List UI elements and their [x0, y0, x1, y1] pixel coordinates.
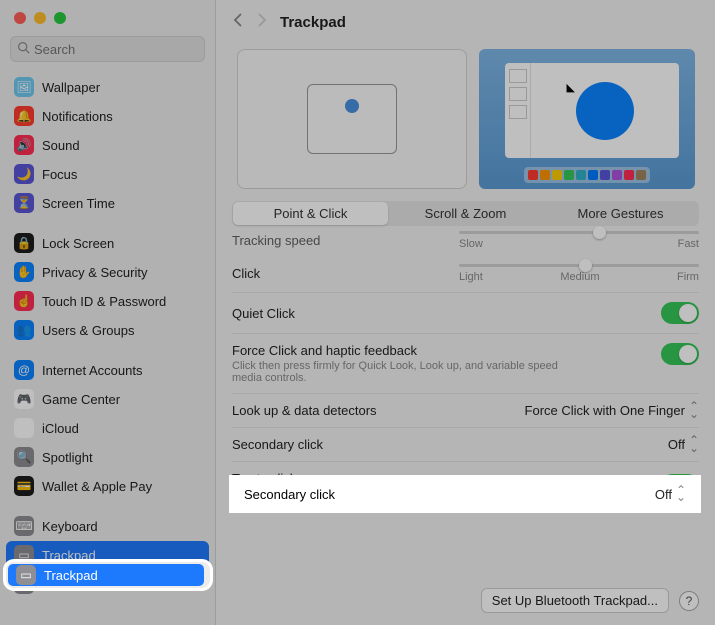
sidebar-item-trackpad[interactable]: ▭ Trackpad	[8, 564, 204, 586]
sidebar-item-label: Trackpad	[44, 568, 98, 583]
page-title: Trackpad	[280, 14, 346, 31]
setup-bluetooth-button[interactable]: Set Up Bluetooth Trackpad...	[481, 588, 669, 613]
tab-more-gestures[interactable]: More Gestures	[543, 202, 698, 225]
internet-accounts-icon: @	[14, 360, 34, 380]
notifications-icon: 🔔	[14, 106, 34, 126]
keyboard-icon: ⌨	[14, 516, 34, 536]
chevron-updown-icon: ⌃⌄	[689, 403, 699, 417]
privacy-security-icon: ✋	[14, 262, 34, 282]
sidebar-item-label: Focus	[42, 167, 77, 182]
sidebar-item-label: Trackpad	[42, 548, 96, 563]
highlight-secondary-click: Secondary click Off ⌃⌄	[232, 478, 698, 510]
click-label: Click	[232, 266, 260, 281]
zoom-window-button[interactable]	[54, 12, 66, 24]
sidebar-item-label: Wallpaper	[42, 80, 100, 95]
sidebar-item-label: Spotlight	[42, 450, 93, 465]
chevron-updown-icon: ⌃⌄	[676, 487, 686, 501]
tab-point-click[interactable]: Point & Click	[233, 202, 388, 225]
forward-button[interactable]	[256, 12, 268, 33]
finger-indicator-icon	[345, 99, 359, 113]
highlight-trackpad-sidebar: ▭ Trackpad	[6, 562, 210, 588]
touch-id-password-icon: ☝	[14, 291, 34, 311]
sidebar-item-notifications[interactable]: 🔔 Notifications	[6, 102, 209, 130]
header: Trackpad	[216, 0, 715, 41]
close-window-button[interactable]	[14, 12, 26, 24]
sidebar-item-icloud[interactable]: ☁ iCloud	[6, 414, 209, 442]
tracking-speed-slider[interactable]: SlowFast	[459, 231, 699, 250]
sidebar-item-label: iCloud	[42, 421, 79, 436]
sidebar-item-label: Privacy & Security	[42, 265, 147, 280]
spotlight-icon: 🔍	[14, 447, 34, 467]
look-up-label: Look up & data detectors	[232, 403, 377, 418]
secondary-click-select[interactable]: Off ⌃⌄	[655, 487, 686, 502]
secondary-click-row-placeholder: Secondary click Off⌃⌄	[232, 430, 699, 459]
settings-panel: Tracking speed SlowFast Click LightMediu…	[216, 224, 715, 506]
wallpaper-icon: 🖼	[14, 77, 34, 97]
screen-preview: ◣	[479, 49, 695, 189]
sidebar-item-label: Sound	[42, 138, 80, 153]
sidebar-item-lock-screen[interactable]: 🔒 Lock Screen	[6, 229, 209, 257]
sidebar-item-label: Wallet & Apple Pay	[42, 479, 152, 494]
preview-area: ◣	[216, 41, 715, 197]
sidebar-item-touch-id-password[interactable]: ☝ Touch ID & Password	[6, 287, 209, 315]
main-content: Trackpad ◣ Point & ClickScroll & ZoomMor…	[216, 0, 715, 625]
focus-icon: 🌙	[14, 164, 34, 184]
sidebar-item-label: Notifications	[42, 109, 113, 124]
sidebar-item-wallpaper[interactable]: 🖼 Wallpaper	[6, 73, 209, 101]
force-click-label: Force Click and haptic feedback	[232, 343, 572, 358]
sidebar-item-users-groups[interactable]: 👥 Users & Groups	[6, 316, 209, 344]
window-controls	[0, 0, 215, 32]
sidebar-item-wallet-apple-pay[interactable]: 💳 Wallet & Apple Pay	[6, 472, 209, 500]
search-input[interactable]	[10, 36, 205, 62]
screen-time-icon: ⏳	[14, 193, 34, 213]
quiet-click-label: Quiet Click	[232, 306, 295, 321]
sidebar: 🖼 Wallpaper 🔔 Notifications 🔊 Sound 🌙 Focus ⏳ Scr…	[0, 0, 216, 625]
footer: Set Up Bluetooth Trackpad... ?	[481, 588, 699, 613]
lock-screen-icon: 🔒	[14, 233, 34, 253]
sidebar-item-privacy-security[interactable]: ✋ Privacy & Security	[6, 258, 209, 286]
sidebar-item-label: Game Center	[42, 392, 120, 407]
sidebar-item-focus[interactable]: 🌙 Focus	[6, 160, 209, 188]
wallet-apple-pay-icon: 💳	[14, 476, 34, 496]
users-groups-icon: 👥	[14, 320, 34, 340]
sidebar-item-label: Touch ID & Password	[42, 294, 166, 309]
tracking-speed-label: Tracking speed	[232, 233, 320, 248]
sidebar-item-spotlight[interactable]: 🔍 Spotlight	[6, 443, 209, 471]
sound-icon: 🔊	[14, 135, 34, 155]
look-up-select[interactable]: Force Click with One Finger ⌃⌄	[525, 403, 699, 418]
secondary-click-label: Secondary click	[244, 487, 335, 502]
cursor-icon: ◣	[567, 81, 575, 94]
force-click-description: Click then press firmly for Quick Look, …	[232, 360, 572, 384]
sidebar-item-label: Internet Accounts	[42, 363, 142, 378]
trackpad-preview	[237, 49, 467, 189]
help-button[interactable]: ?	[679, 591, 699, 611]
force-click-toggle[interactable]	[661, 343, 699, 365]
search-field[interactable]	[34, 42, 198, 57]
sidebar-item-label: Keyboard	[42, 519, 98, 534]
tab-scroll-zoom[interactable]: Scroll & Zoom	[388, 202, 543, 225]
sidebar-item-sound[interactable]: 🔊 Sound	[6, 131, 209, 159]
quiet-click-toggle[interactable]	[661, 302, 699, 324]
sidebar-item-label: Screen Time	[42, 196, 115, 211]
minimize-window-button[interactable]	[34, 12, 46, 24]
sidebar-item-game-center[interactable]: 🎮 Game Center	[6, 385, 209, 413]
tab-bar: Point & ClickScroll & ZoomMore Gestures	[232, 201, 699, 226]
back-button[interactable]	[232, 12, 244, 33]
sidebar-item-screen-time[interactable]: ⏳ Screen Time	[6, 189, 209, 217]
icloud-icon: ☁	[14, 418, 34, 438]
trackpad-icon: ▭	[16, 565, 36, 585]
click-slider[interactable]: LightMediumFirm	[459, 264, 699, 283]
game-center-icon: 🎮	[14, 389, 34, 409]
sidebar-item-label: Users & Groups	[42, 323, 134, 338]
sidebar-item-keyboard[interactable]: ⌨ Keyboard	[6, 512, 209, 540]
sidebar-item-internet-accounts[interactable]: @ Internet Accounts	[6, 356, 209, 384]
sidebar-item-label: Lock Screen	[42, 236, 114, 251]
search-icon	[17, 41, 30, 57]
